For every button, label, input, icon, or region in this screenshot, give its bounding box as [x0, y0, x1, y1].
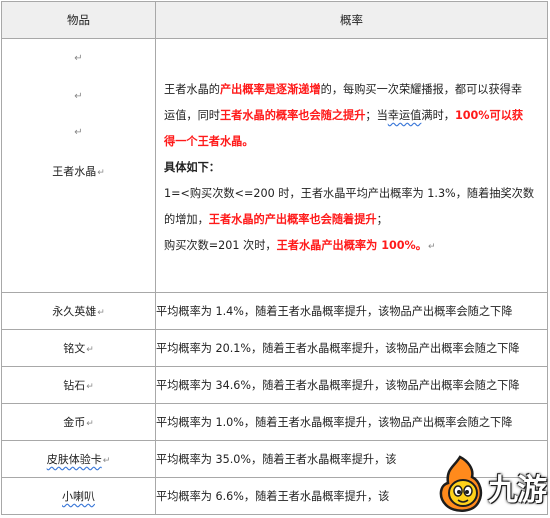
desc-line-2: 运值，同时王者水晶的概率也会随之提升；当幸运值满时，100%可以获 [164, 109, 524, 122]
table-row: 金币↵ 平均概率为 1.0%，随着王者水晶概率提升，该物品产出概率会随之下降 [1, 403, 548, 441]
table-row: 铭文↵ 平均概率为 20.1%，随着王者水晶概率提升，该物品产出概率会随之下降 [1, 329, 548, 367]
header-item: 物品 [1, 1, 156, 39]
item-name: 永久英雄↵ [1, 292, 156, 330]
paragraph-mark: ↵ [74, 53, 83, 64]
item-probability: 平均概率为 1.0%，随着王者水晶概率提升，该物品产出概率会随之下降 [155, 403, 548, 441]
table-header-row: 物品 概率 [1, 1, 548, 39]
detail-title: 具体如下： [164, 161, 220, 174]
jiuyou-watermark: 九游 [430, 453, 548, 515]
item-name: 铭文↵ [1, 329, 156, 367]
item-name: 皮肤体验卡↵ [1, 440, 156, 478]
crystal-item-cell: ↵ ↵ ↵ 王者水晶↵ [1, 38, 156, 293]
item-name: 金币↵ [1, 403, 156, 441]
item-probability: 平均概率为 34.6%，随着王者水晶概率提升，该物品产出概率会随之下降 [155, 366, 548, 404]
item-name: 钻石↵ [1, 366, 156, 404]
probability-table: 物品 概率 ↵ ↵ ↵ 王者水晶↵ 王者水晶的产出概率是逐渐递增的，每购买一次荣… [1, 1, 548, 515]
rule-line-3: 购买次数=201 次时，王者水晶产出概率为 100%。↵ [164, 239, 436, 252]
desc-line-1: 王者水晶的产出概率是逐渐递增的，每购买一次荣耀播报，都可以获得幸 [164, 83, 523, 96]
item-probability: 平均概率为 20.1%，随着王者水晶概率提升，该物品产出概率会随之下降 [155, 329, 548, 367]
rule-line-1: 1=<购买次数<=200 时，王者水晶平均产出概率为 1.3%，随着抽奖次数 [164, 187, 535, 200]
item-name-crystal: 王者水晶↵ [52, 165, 105, 178]
rule-line-2: 的增加，王者水晶的产出概率也会随着提升； [164, 213, 388, 226]
paragraph-mark: ↵ [74, 127, 83, 138]
desc-line-3: 得一个王者水晶。 [164, 135, 254, 148]
header-probability: 概率 [155, 1, 548, 39]
table-row: 钻石↵ 平均概率为 34.6%，随着王者水晶概率提升，该物品产出概率会随之下降 [1, 366, 548, 404]
item-name: 小喇叭 [1, 477, 156, 515]
table-row: 永久英雄↵ 平均概率为 1.4%，随着王者水晶概率提升，该物品产出概率会随之下降 [1, 292, 548, 330]
item-probability: 平均概率为 1.4%，随着王者水晶概率提升，该物品产出概率会随之下降 [155, 292, 548, 330]
crystal-description-cell: 王者水晶的产出概率是逐渐递增的，每购买一次荣耀播报，都可以获得幸 运值，同时王者… [155, 38, 548, 293]
watermark-text: 九游 [488, 473, 547, 508]
jiuyou-mascot-icon [439, 455, 483, 512]
paragraph-mark: ↵ [74, 91, 83, 102]
table-row-crystal: ↵ ↵ ↵ 王者水晶↵ 王者水晶的产出概率是逐渐递增的，每购买一次荣耀播报，都可… [1, 38, 548, 293]
